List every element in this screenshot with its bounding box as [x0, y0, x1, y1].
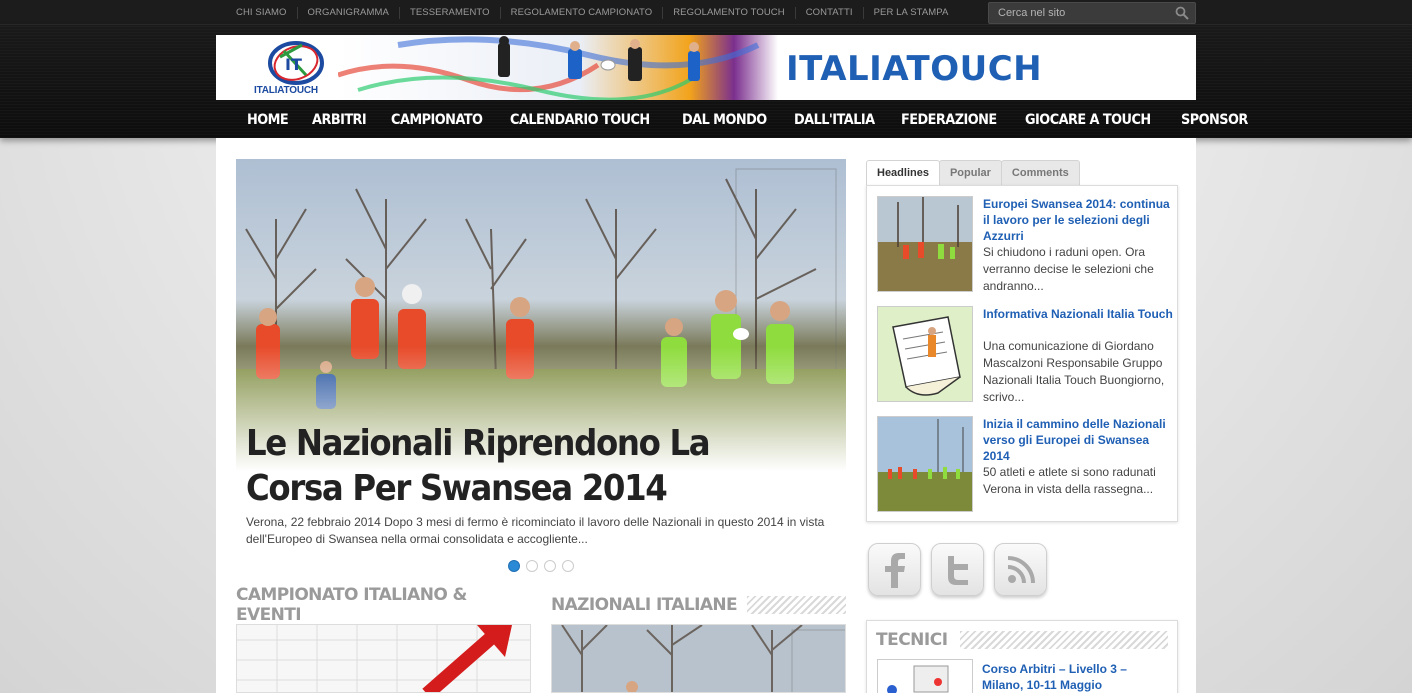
- slider-dot-1[interactable]: [508, 560, 520, 572]
- nav-dall-italia[interactable]: DALL'ITALIA: [783, 112, 886, 128]
- headline-excerpt: Una comunicazione di Giordano Mascalzoni…: [983, 339, 1165, 404]
- topnav-regolamento-campionato[interactable]: REGOLAMENTO CAMPIONATO: [499, 6, 663, 19]
- main-content: Le Nazionali Riprendono La Corsa Per Swa…: [216, 138, 1196, 693]
- nav-federazione[interactable]: FEDERAZIONE: [890, 112, 1008, 128]
- top-navigation: CHI SIAMO ORGANIGRAMMA TESSERAMENTO REGO…: [226, 0, 958, 25]
- headline-item: Informativa Nazionali Italia Touch Una c…: [877, 306, 1173, 404]
- site-banner[interactable]: IT ITALIATOUCH ITALIATOUCH: [216, 35, 1196, 100]
- nav-dal-mondo[interactable]: DAL MONDO: [671, 112, 778, 128]
- slider-pagination: [508, 560, 574, 572]
- search-icon[interactable]: [1175, 6, 1189, 20]
- search-input[interactable]: [989, 3, 1169, 23]
- tecnici-thumbnail[interactable]: [877, 659, 973, 693]
- topnav-per-la-stampa[interactable]: PER LA STAMPA: [862, 6, 959, 19]
- section-stripes: [959, 631, 1168, 649]
- sidebar-tabs: Headlines Popular Comments: [866, 160, 1080, 186]
- featured-slider: Le Nazionali Riprendono La Corsa Per Swa…: [236, 159, 846, 572]
- tecnici-item-title[interactable]: Corso Arbitri – Livello 3 – Milano, 10-1…: [982, 661, 1167, 693]
- social-buttons: [868, 543, 1047, 596]
- headline-thumbnail[interactable]: [877, 196, 973, 292]
- rss-icon[interactable]: [994, 543, 1047, 596]
- site-header: IT ITALIATOUCH ITALIATOUCH HOME ARBITRI …: [0, 25, 1412, 138]
- section-title[interactable]: NAZIONALI ITALIANE: [551, 595, 738, 615]
- nav-giocare-a-touch[interactable]: GIOCARE A TOUCH: [1014, 112, 1162, 128]
- slider-dot-4[interactable]: [562, 560, 574, 572]
- headline-title[interactable]: Inizia il cammino delle Nazionali verso …: [983, 416, 1173, 464]
- slider-dot-3[interactable]: [544, 560, 556, 572]
- nav-campionato[interactable]: CAMPIONATO: [380, 112, 493, 128]
- headlines-panel: Europei Swansea 2014: continua il lavoro…: [866, 185, 1178, 522]
- section-title[interactable]: CAMPIONATO ITALIANO & EVENTI: [236, 585, 521, 625]
- nav-arbitri[interactable]: ARBITRI: [301, 112, 377, 128]
- main-navigation: HOME ARBITRI CAMPIONATO CALENDARIO TOUCH…: [236, 102, 1263, 138]
- topnav-tesseramento[interactable]: TESSERAMENTO: [398, 6, 500, 19]
- topnav-organigramma[interactable]: ORGANIGRAMMA: [296, 6, 399, 19]
- tab-popular[interactable]: Popular: [938, 160, 1002, 186]
- headline-excerpt: Si chiudono i raduni open. Ora verranno …: [983, 245, 1154, 293]
- twitter-icon[interactable]: [931, 543, 984, 596]
- tab-comments[interactable]: Comments: [1000, 160, 1080, 186]
- headline-title[interactable]: Informativa Nazionali Italia Touch: [983, 306, 1173, 322]
- headline-excerpt: 50 atleti e atlete si sono radunati Vero…: [983, 465, 1156, 496]
- svg-text:IT: IT: [285, 55, 302, 74]
- facebook-icon[interactable]: [868, 543, 921, 596]
- tecnici-widget: TECNICI Corso Arbitri – Livello 3 – Mila…: [866, 620, 1178, 693]
- banner-players-image: [338, 35, 778, 100]
- top-bar: CHI SIAMO ORGANIGRAMMA TESSERAMENTO REGO…: [0, 0, 1412, 25]
- tecnici-title: TECNICI: [876, 630, 948, 650]
- section-header-nazionali: NAZIONALI ITALIANE: [551, 594, 846, 616]
- section-image-nazionali[interactable]: [551, 624, 846, 693]
- slider-dot-2[interactable]: [526, 560, 538, 572]
- nav-home[interactable]: HOME: [236, 112, 299, 128]
- search-box: [988, 2, 1196, 24]
- nav-sponsor[interactable]: SPONSOR: [1170, 112, 1259, 128]
- headline-item: Inizia il cammino delle Nazionali verso …: [877, 416, 1167, 514]
- headline-thumbnail[interactable]: [877, 416, 973, 512]
- headline-title[interactable]: Europei Swansea 2014: continua il lavoro…: [983, 196, 1173, 244]
- tab-headlines[interactable]: Headlines: [866, 160, 940, 186]
- topnav-chi-siamo[interactable]: CHI SIAMO: [226, 7, 297, 19]
- slide-title[interactable]: Le Nazionali Riprendono La Corsa Per Swa…: [246, 421, 777, 511]
- logo-text: ITALIATOUCH: [254, 85, 318, 96]
- banner-wordmark: ITALIATOUCH: [786, 49, 1043, 89]
- topnav-contatti[interactable]: CONTATTI: [794, 6, 863, 19]
- nav-calendario-touch[interactable]: CALENDARIO TOUCH: [499, 112, 661, 128]
- slide-excerpt: Verona, 22 febbraio 2014 Dopo 3 mesi di …: [246, 515, 825, 546]
- section-image-campionato[interactable]: [236, 624, 531, 693]
- section-header-campionato: CAMPIONATO ITALIANO & EVENTI: [236, 585, 531, 625]
- section-stripes: [747, 596, 846, 614]
- headline-thumbnail[interactable]: [877, 306, 973, 402]
- tecnici-header: TECNICI: [876, 629, 1168, 651]
- headline-item: Europei Swansea 2014: continua il lavoro…: [877, 196, 1170, 294]
- topnav-regolamento-touch[interactable]: REGOLAMENTO TOUCH: [662, 6, 795, 19]
